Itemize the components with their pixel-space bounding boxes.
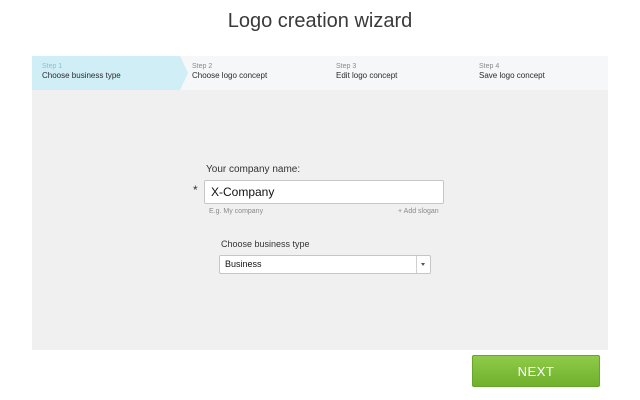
business-type-select[interactable]: Business [219, 255, 431, 274]
step-number: Step 3 [336, 63, 357, 70]
business-type-label: Choose business type [221, 239, 310, 249]
wizard-steps: Step 1 Choose business type Step 2 Choos… [32, 56, 608, 90]
step-label: Choose logo concept [192, 71, 268, 80]
add-slogan-link[interactable]: + Add slogan [398, 208, 439, 215]
step-number: Step 2 [192, 63, 213, 70]
dropdown-toggle[interactable] [416, 256, 430, 273]
chevron-down-icon [421, 263, 425, 266]
step-1[interactable]: Step 1 Choose business type [32, 56, 188, 90]
step-label: Edit logo concept [336, 71, 398, 80]
step-number: Step 1 [42, 63, 63, 70]
step-2[interactable]: Step 2 Choose logo concept [182, 56, 322, 90]
form-panel [32, 90, 608, 350]
business-type-value: Business [225, 259, 262, 269]
step-label: Save logo concept [479, 71, 545, 80]
step-3[interactable]: Step 3 Edit logo concept [326, 56, 466, 90]
company-name-input[interactable] [204, 180, 444, 204]
page-title: Logo creation wizard [227, 10, 413, 32]
company-name-hint: E.g. My company [209, 208, 264, 215]
company-name-label: Your company name: [206, 164, 301, 175]
next-button[interactable]: NEXT [472, 355, 600, 387]
step-number: Step 4 [479, 63, 500, 70]
step-4[interactable]: Step 4 Save logo concept [469, 56, 609, 90]
required-marker: * [193, 183, 198, 197]
step-label: Choose business type [42, 71, 121, 80]
